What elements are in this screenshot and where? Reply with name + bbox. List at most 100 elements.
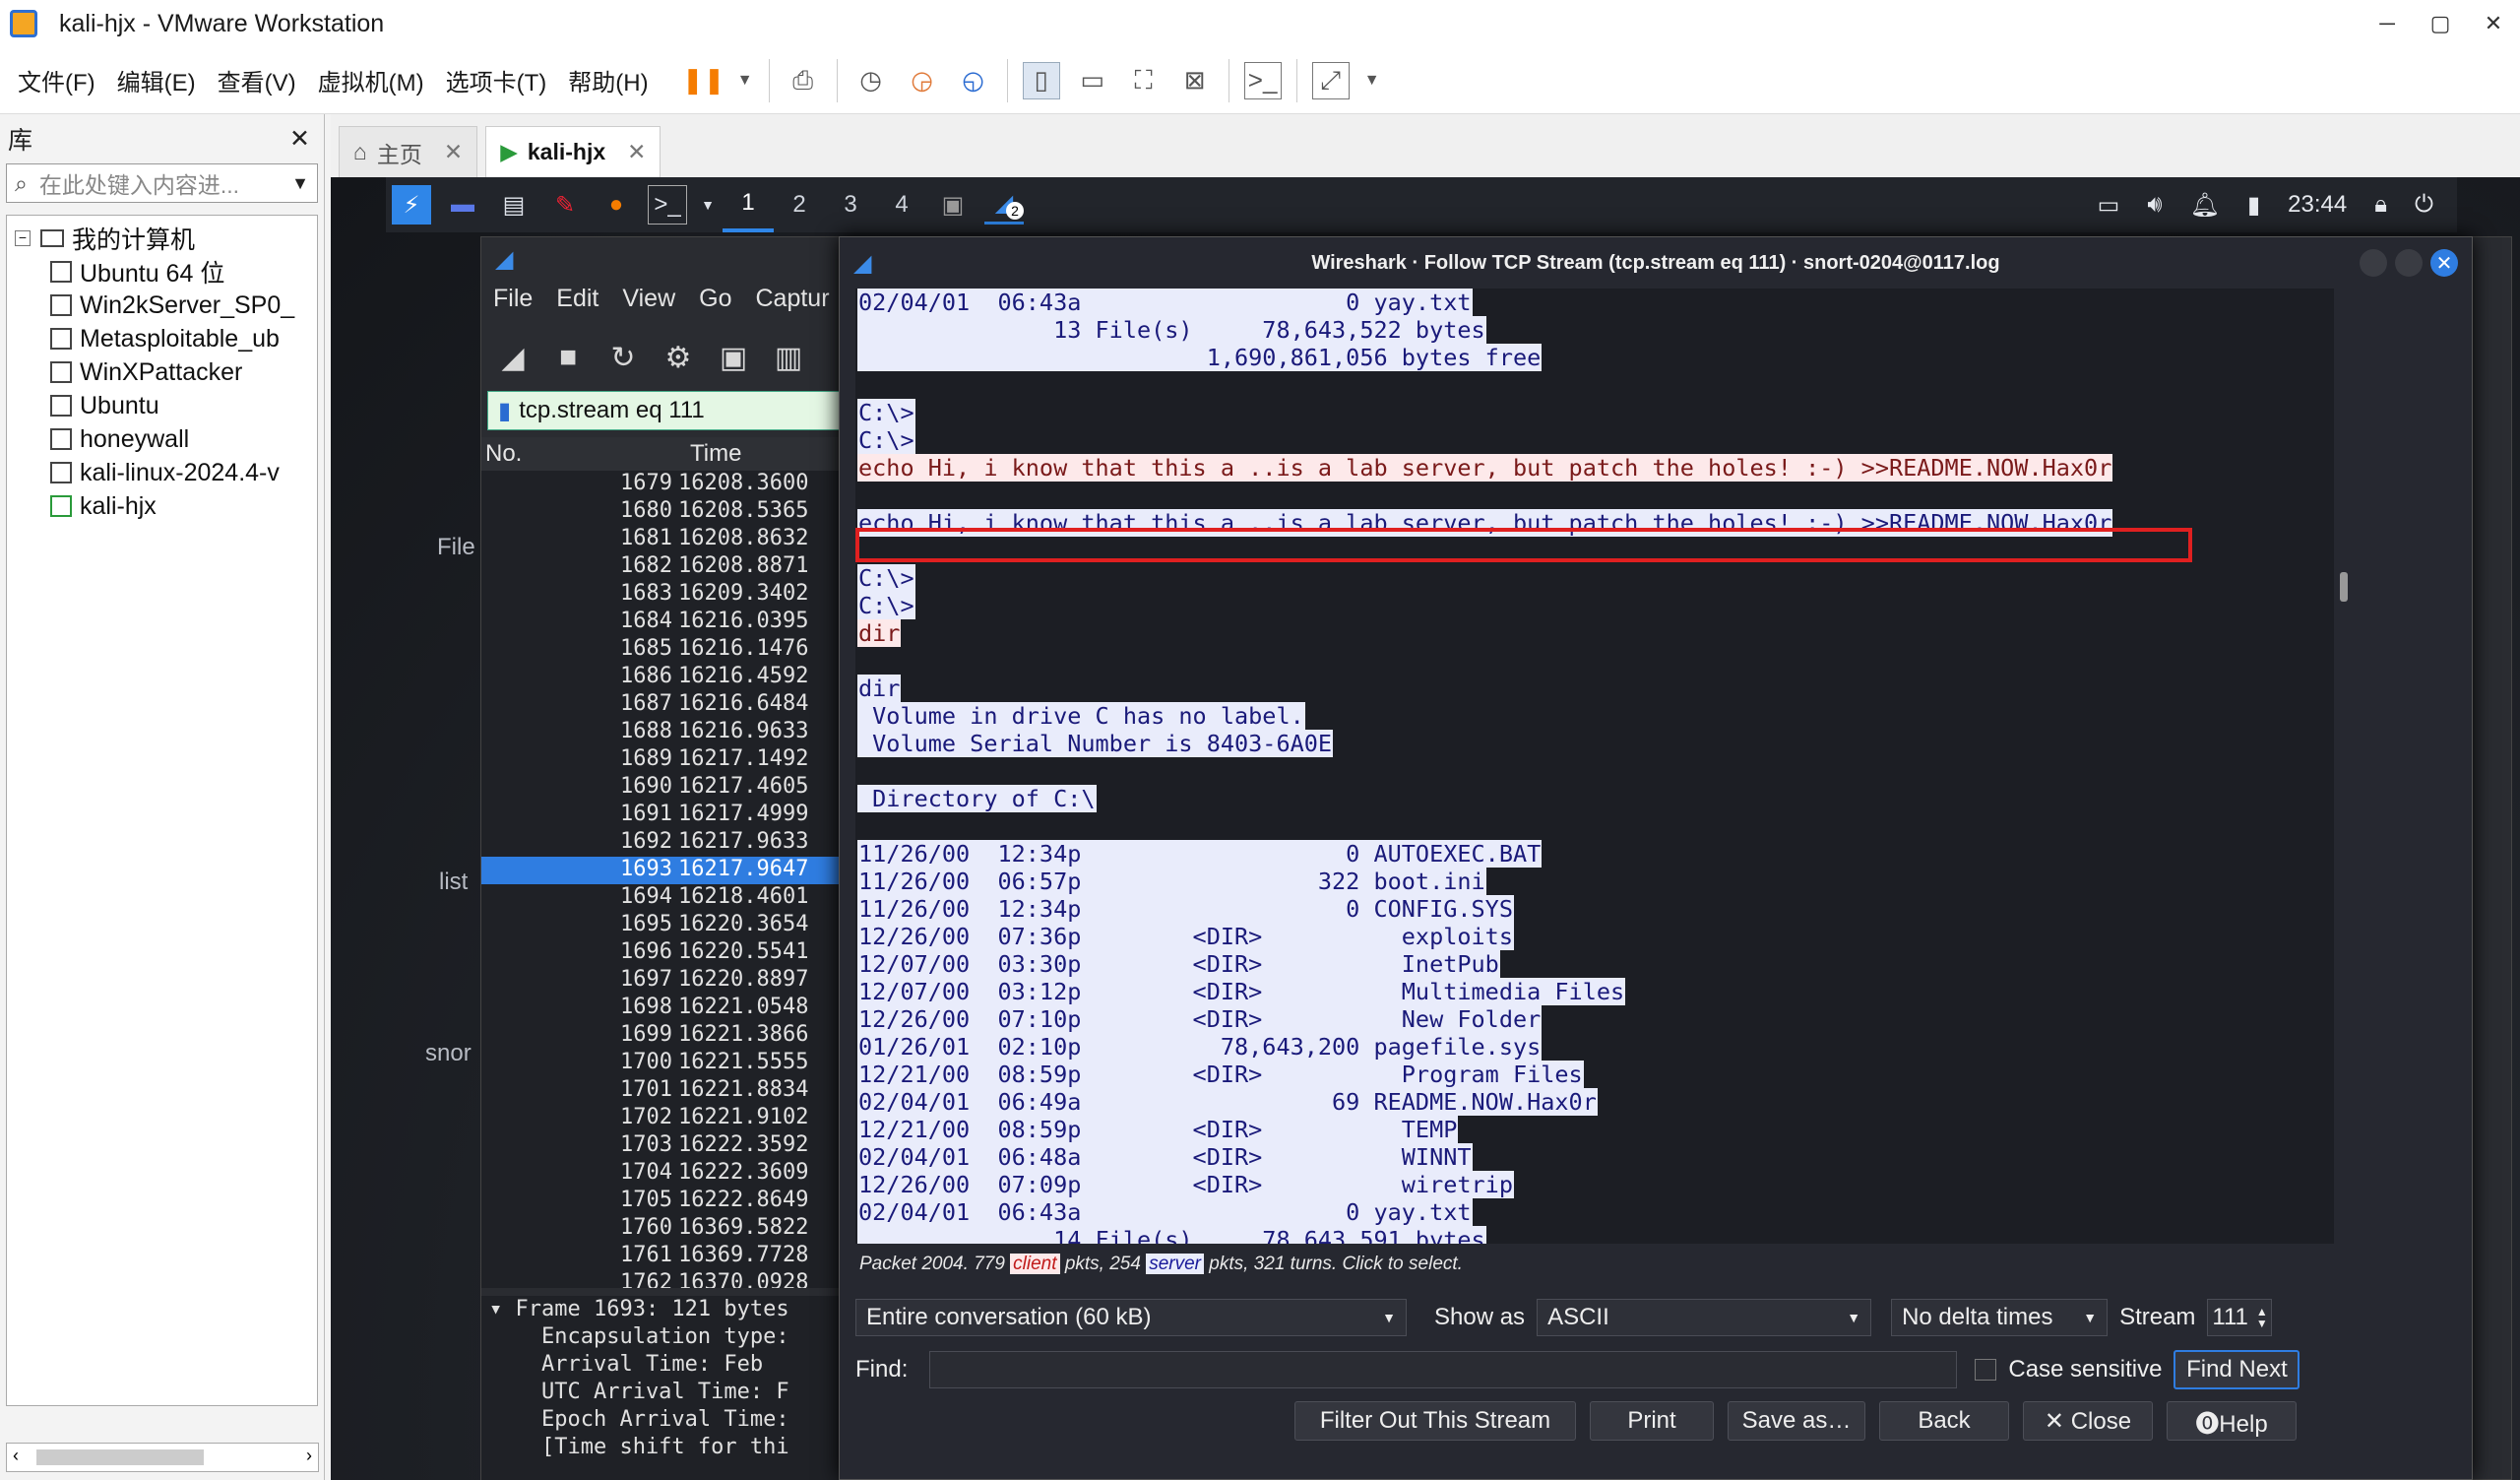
volume-icon[interactable]: 🔊︎ [2147, 191, 2162, 219]
menu-tabs[interactable]: 选项卡(T) [446, 63, 547, 97]
vm-display[interactable]: ⚡ ▬ ▤ ✎ ● >_ ▼ 1 2 3 4 ▣ ◢ 2 ▭ 🔊︎ 🔔︎ ▮ 23… [331, 177, 2520, 1480]
delta-times-select[interactable]: No delta times ▼ [1891, 1299, 2109, 1336]
clock[interactable]: 23:44 [2288, 191, 2347, 219]
revert-snapshot-icon[interactable]: ◶ [904, 62, 941, 99]
vm-item[interactable]: Win2kServer_SP0_ [7, 289, 317, 322]
window-terminal-icon[interactable]: ▣ [933, 185, 973, 225]
tab-kali-hjx[interactable]: ▶ kali-hjx ✕ [485, 126, 662, 177]
workspace-2[interactable]: 2 [774, 177, 825, 232]
vm-item[interactable]: WinXPattacker [7, 355, 317, 389]
restart-capture-icon[interactable]: ↻ [599, 334, 647, 381]
close-button[interactable]: ✕ Close [2023, 1401, 2153, 1441]
vm-item[interactable]: kali-linux-2024.4-v [7, 456, 317, 489]
scroll-right-icon[interactable]: › [306, 1446, 312, 1466]
spinner-arrows-icon[interactable]: ▲ ▼ [2256, 1306, 2268, 1329]
find-next-button[interactable]: Find Next [2174, 1350, 2300, 1389]
filter-out-stream-button[interactable]: Filter Out This Stream [1294, 1401, 1576, 1441]
stream-number-spinbox[interactable]: 111 ▲ ▼ [2207, 1299, 2273, 1336]
save-as-button[interactable]: Save as… [1728, 1401, 1865, 1441]
library-hscrollbar[interactable]: ‹ › [6, 1443, 319, 1472]
ws-menu-capture[interactable]: Captur [756, 285, 830, 313]
send-ctrl-alt-del-icon[interactable]: ⎙ [785, 62, 822, 99]
workspace-3[interactable]: 3 [825, 177, 876, 232]
menu-view[interactable]: 查看(V) [218, 63, 296, 97]
stream-scrollbar-thumb[interactable] [2340, 572, 2348, 602]
show-library-icon[interactable]: ▯ [1022, 61, 1060, 99]
menu-vm[interactable]: 虚拟机(M) [318, 63, 424, 97]
tab-home[interactable]: ⌂ 主页 ✕ [339, 126, 478, 177]
snapshot-manager-icon[interactable]: ◵ [955, 62, 992, 99]
power-icon[interactable]: ⏻ [2415, 191, 2433, 219]
start-capture-icon[interactable]: ◢ [489, 334, 536, 381]
ws-menu-edit[interactable]: Edit [556, 285, 598, 313]
ws-menu-go[interactable]: Go [699, 285, 731, 313]
stretch-guest-icon[interactable]: ⤢ [1311, 61, 1350, 99]
kali-menu-icon[interactable]: ⚡ [392, 185, 431, 225]
close-icon[interactable]: ✕ [289, 124, 310, 154]
col-time[interactable]: Time [664, 440, 741, 468]
vm-item-active[interactable]: kali-hjx [7, 489, 317, 523]
conversation-select[interactable]: Entire conversation (60 kB) ▼ [855, 1299, 1407, 1336]
wireshark-task-icon[interactable]: ◢ 2 [984, 185, 1024, 225]
col-no[interactable]: No. [481, 440, 664, 468]
shade-button[interactable] [2360, 249, 2387, 277]
menu-file[interactable]: 文件(F) [18, 63, 95, 97]
case-sensitive-label[interactable]: Case sensitive [2008, 1356, 2162, 1383]
display-icon[interactable]: ▭ [2098, 191, 2120, 220]
bookmark-icon[interactable]: ▮ [498, 397, 511, 425]
close-icon[interactable]: ✕ [2430, 249, 2458, 277]
vm-item[interactable]: Metasploitable_ub [7, 322, 317, 355]
pause-icon[interactable]: ❚❚ [682, 62, 725, 99]
case-sensitive-checkbox[interactable] [1975, 1359, 1997, 1381]
notification-bell-icon[interactable]: 🔔︎ [2189, 191, 2219, 220]
vm-running-icon [50, 495, 72, 517]
lock-icon[interactable]: 🔒︎ [2374, 191, 2387, 219]
terminal-icon[interactable]: >_ [648, 185, 687, 225]
menu-help[interactable]: 帮助(H) [568, 63, 648, 97]
unity-icon[interactable]: ⊠ [1176, 62, 1214, 99]
print-button[interactable]: Print [1590, 1401, 1714, 1441]
stop-capture-icon[interactable]: ■ [544, 334, 592, 381]
workspace-1[interactable]: 1 [723, 177, 774, 232]
snapshot-icon[interactable]: ◷ [852, 62, 890, 99]
vm-item[interactable]: Ubuntu [7, 389, 317, 422]
workspace-4[interactable]: 4 [876, 177, 927, 232]
maximize-button[interactable]: ▢ [2414, 0, 2467, 47]
menu-edit[interactable]: 编辑(E) [117, 63, 196, 97]
minimize-button[interactable] [2395, 249, 2423, 277]
stream-content[interactable]: 02/04/01 06:43a 0 yay.txt 13 File(s) 78,… [855, 289, 2334, 1244]
save-file-icon[interactable]: ▥ [765, 334, 812, 381]
chevron-down-icon[interactable]: ▼ [291, 173, 309, 194]
minimize-button[interactable]: ─ [2361, 0, 2414, 47]
firefox-icon[interactable]: ● [597, 185, 636, 225]
show-as-select[interactable]: ASCII ▼ [1537, 1299, 1872, 1336]
file-manager-icon[interactable]: ▤ [494, 185, 534, 225]
scroll-thumb[interactable] [36, 1449, 204, 1465]
tree-root[interactable]: − 我的计算机 [7, 222, 317, 255]
help-button[interactable]: ⓿Help [2167, 1401, 2297, 1441]
open-file-icon[interactable]: ▣ [710, 334, 757, 381]
chevron-down-icon[interactable]: ▼ [736, 62, 754, 99]
close-icon[interactable]: ✕ [444, 139, 463, 165]
scroll-left-icon[interactable]: ‹ [13, 1446, 19, 1466]
thumbnail-bar-icon[interactable]: ▭ [1074, 62, 1111, 99]
collapse-icon[interactable]: − [15, 230, 31, 246]
find-input[interactable] [929, 1351, 1958, 1388]
ws-menu-file[interactable]: File [493, 285, 533, 313]
full-screen-icon[interactable]: ⛶ [1125, 62, 1163, 99]
console-view-icon[interactable]: >_ [1243, 61, 1282, 99]
vm-item[interactable]: honeywall [7, 422, 317, 456]
back-button[interactable]: Back [1879, 1401, 2009, 1441]
vm-item[interactable]: Ubuntu 64 位 [7, 255, 317, 289]
library-search-input[interactable]: ⌕ 在此处键入内容进... ▼ [6, 163, 318, 203]
close-icon[interactable]: ✕ [627, 139, 646, 165]
ws-menu-view[interactable]: View [622, 285, 675, 313]
packet-info-line[interactable]: Packet 2004. 779 client pkts, 254 server… [859, 1254, 1463, 1275]
text-editor-icon[interactable]: ✎ [545, 185, 585, 225]
chevron-down-icon[interactable]: ▼ [699, 185, 717, 225]
battery-icon[interactable]: ▮ [2247, 191, 2260, 220]
chevron-down-icon[interactable]: ▼ [1363, 62, 1381, 99]
close-button[interactable]: ✕ [2467, 0, 2520, 47]
capture-options-icon[interactable]: ⚙ [655, 334, 702, 381]
show-desktop-icon[interactable]: ▬ [443, 185, 482, 225]
